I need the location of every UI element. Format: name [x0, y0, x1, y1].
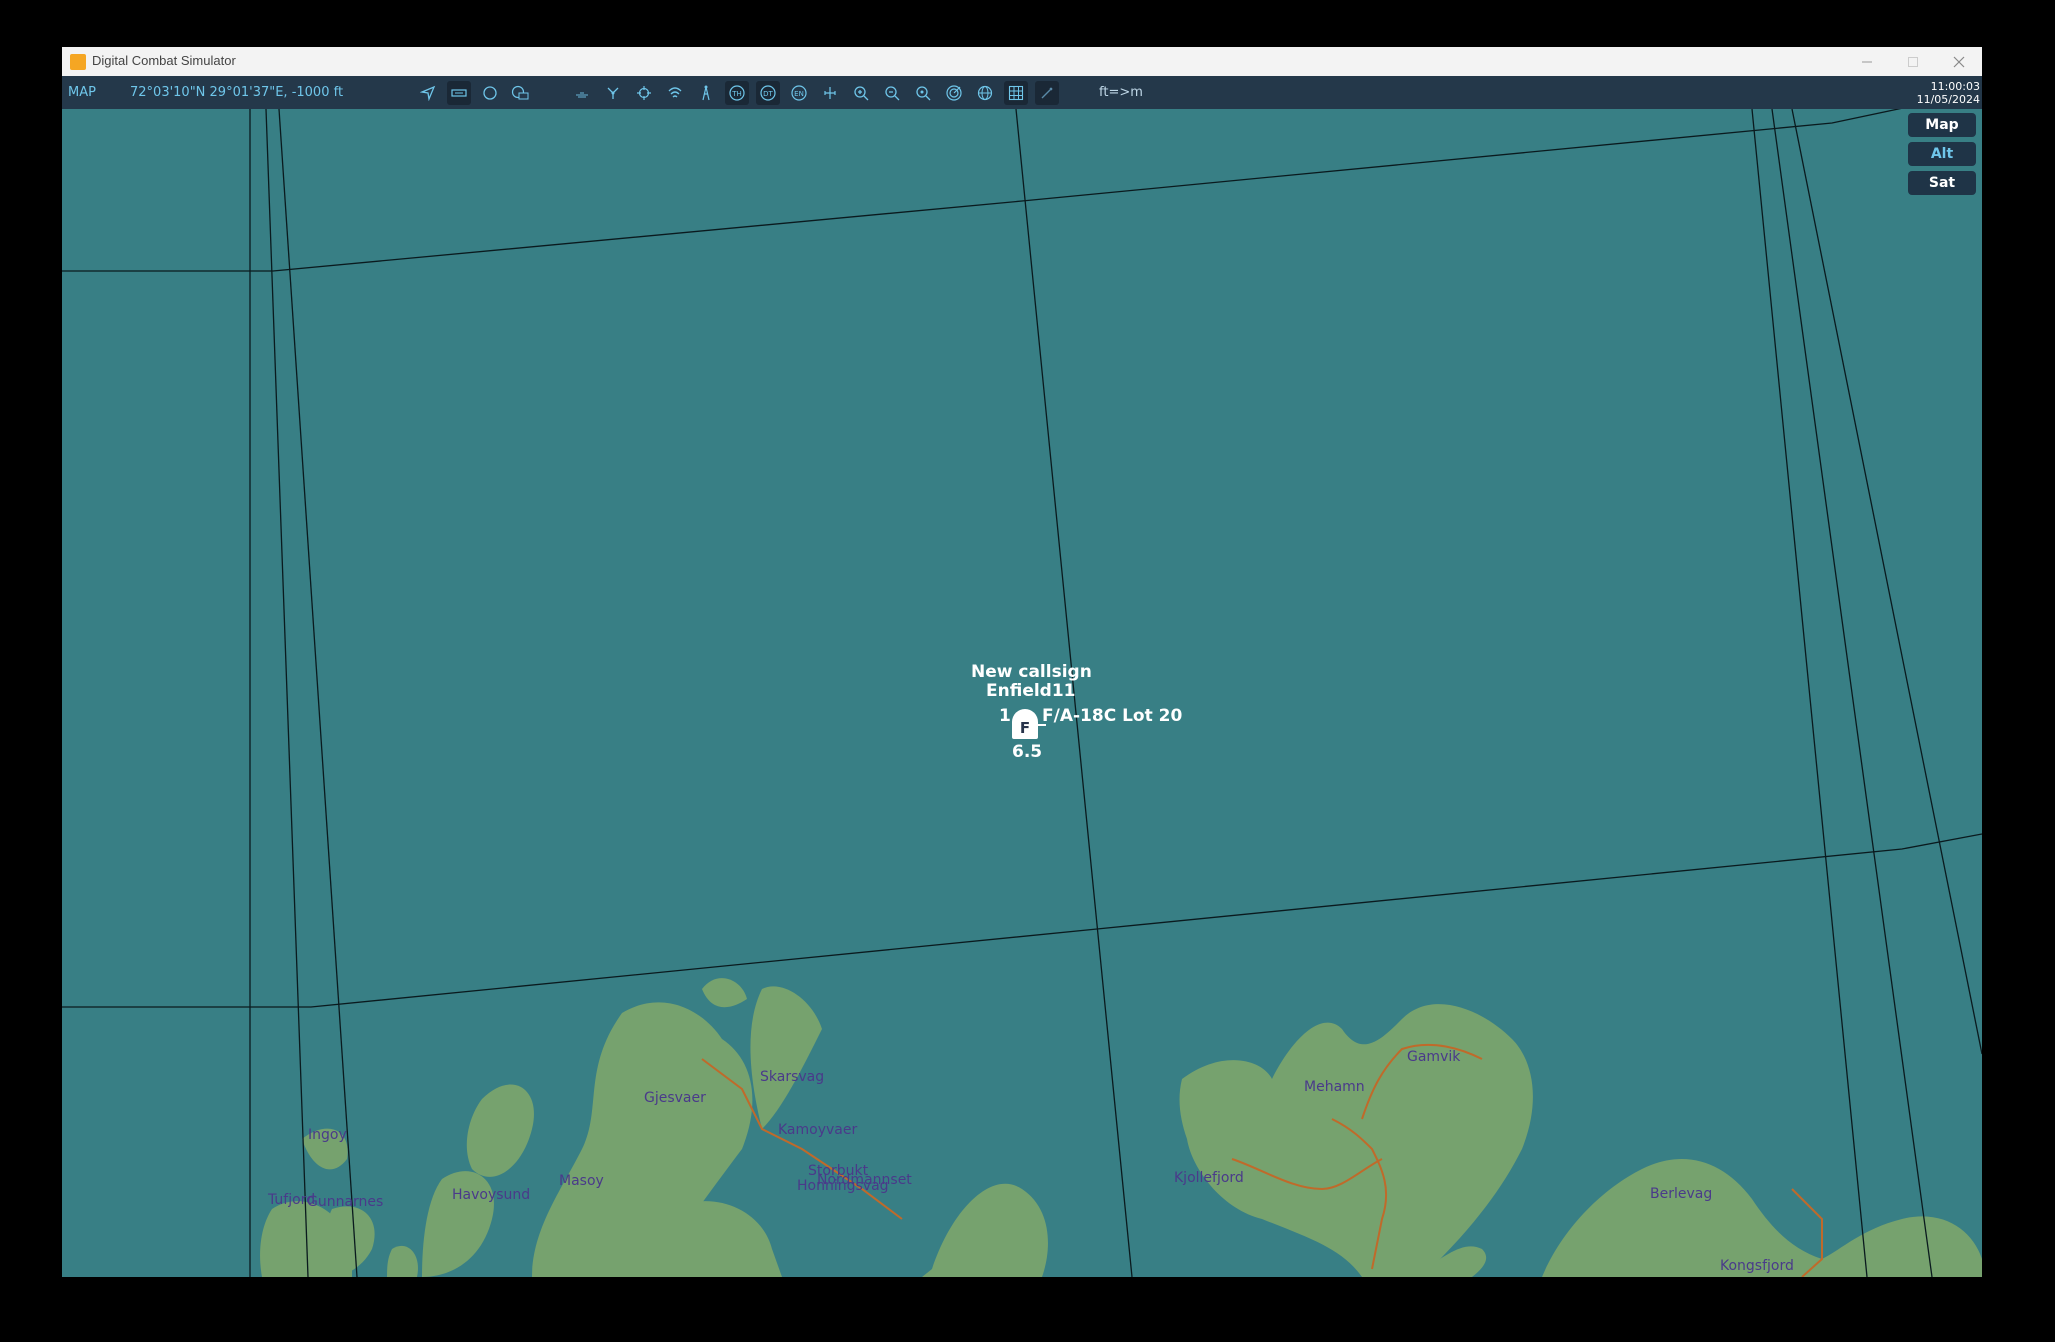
threat-ring-button[interactable]: TH — [725, 81, 749, 105]
engagement-ring-icon: EN — [791, 85, 807, 101]
place-label: Gjesvaer — [644, 1090, 706, 1106]
sim-clock: 11:00:03 11/05/2024 — [1917, 80, 1980, 106]
place-label: Gamvik — [1407, 1049, 1461, 1065]
place-label: Mehamn — [1304, 1079, 1365, 1095]
circle-icon — [483, 86, 497, 100]
route-button[interactable] — [601, 81, 625, 105]
layer-sat-button[interactable]: Sat — [1908, 171, 1976, 195]
maximize-icon — [1908, 56, 1918, 67]
window-title: Digital Combat Simulator — [92, 53, 236, 68]
radar-button[interactable] — [942, 81, 966, 105]
unit-label-button[interactable] — [447, 81, 471, 105]
globe-icon — [977, 85, 993, 101]
zoom-in-button[interactable] — [849, 81, 873, 105]
detection-ring-icon: DT — [760, 85, 776, 101]
map-toolbar: MAP 72°03'10"N 29°01'37"E, -1000 ft TH D… — [62, 76, 1982, 109]
title-bar[interactable]: Digital Combat Simulator — [62, 47, 1982, 76]
place-label: Masoy — [559, 1173, 604, 1189]
svg-text:TH: TH — [731, 90, 742, 98]
place-label: Ingoy — [308, 1127, 347, 1143]
ruler-button[interactable] — [818, 81, 842, 105]
grid-button[interactable] — [1004, 81, 1028, 105]
target-icon — [637, 86, 651, 100]
units-toggle-button[interactable]: ft=>m — [1099, 85, 1143, 100]
minimize-icon — [1862, 61, 1872, 62]
close-icon — [1953, 56, 1965, 67]
unit-label-icon — [451, 89, 467, 97]
ruler-icon — [824, 87, 836, 99]
zoom-in-icon — [854, 86, 869, 101]
zoom-fit-button[interactable] — [911, 81, 935, 105]
dcs-logo-icon — [70, 54, 86, 70]
sim-time: 11:00:03 — [1930, 80, 1980, 93]
unit-altitude-label: 6.5 — [1012, 742, 1043, 762]
navigate-button[interactable] — [416, 81, 440, 105]
coastline-land — [260, 978, 1982, 1277]
unit-callsign-label: Enfield11 — [986, 681, 1076, 701]
zoom-out-button[interactable] — [880, 81, 904, 105]
svg-text:DT: DT — [763, 90, 773, 98]
unit-name-label: New callsign — [971, 662, 1092, 682]
unit-type-label: F/A-18C Lot 20 — [1042, 706, 1183, 726]
minimize-button[interactable] — [1844, 47, 1890, 76]
place-label: Berlevag — [1650, 1186, 1713, 1202]
zoom-fit-icon — [916, 86, 931, 101]
globe-button[interactable] — [973, 81, 997, 105]
radio-icon — [668, 87, 682, 98]
chat-button[interactable] — [508, 81, 532, 105]
engagement-ring-button[interactable]: EN — [787, 81, 811, 105]
place-label: Gunnarnes — [307, 1194, 384, 1210]
radar-icon — [946, 85, 962, 101]
draw-button[interactable] — [1035, 81, 1059, 105]
place-label: Nordmannset — [817, 1172, 912, 1188]
app-window: Digital Combat Simulator MAP 72°03'10"N … — [62, 47, 1982, 1277]
tower-button[interactable] — [694, 81, 718, 105]
circle-button[interactable] — [478, 81, 502, 105]
airbase-button[interactable] — [570, 81, 594, 105]
place-label: Kjollefjord — [1174, 1170, 1244, 1186]
target-button[interactable] — [632, 81, 656, 105]
pencil-icon — [1041, 87, 1053, 99]
map-canvas[interactable]: Gamvik Mehamn Skarsvag Gjesvaer Kamoyvae… — [62, 109, 1982, 1277]
layer-map-button[interactable]: Map — [1908, 113, 1976, 137]
airbase-icon — [576, 92, 588, 98]
map-mode-label: MAP — [68, 85, 96, 100]
close-button[interactable] — [1936, 47, 1982, 76]
cursor-coordinates: 72°03'10"N 29°01'37"E, -1000 ft — [130, 85, 344, 100]
layer-alt-button[interactable]: Alt — [1908, 142, 1976, 166]
radio-button[interactable] — [663, 81, 687, 105]
friendly-aircraft-icon[interactable]: F — [1012, 709, 1038, 739]
chat-icon — [511, 85, 529, 100]
threat-ring-icon: TH — [729, 85, 745, 101]
tower-icon — [702, 85, 710, 101]
navigate-icon — [420, 85, 436, 101]
place-label: Kamoyvaer — [778, 1122, 858, 1138]
detection-ring-button[interactable]: DT — [756, 81, 780, 105]
unit-count-label: 1 — [999, 706, 1011, 726]
sim-date: 11/05/2024 — [1916, 93, 1980, 106]
svg-text:EN: EN — [794, 90, 804, 98]
place-label: Havoysund — [452, 1187, 531, 1203]
grid-icon — [1008, 85, 1024, 101]
zoom-out-icon — [885, 86, 900, 101]
place-label: Kongsfjord — [1720, 1258, 1794, 1274]
place-label: Skarsvag — [760, 1069, 825, 1085]
route-icon — [607, 87, 619, 99]
maximize-button[interactable] — [1890, 47, 1936, 76]
